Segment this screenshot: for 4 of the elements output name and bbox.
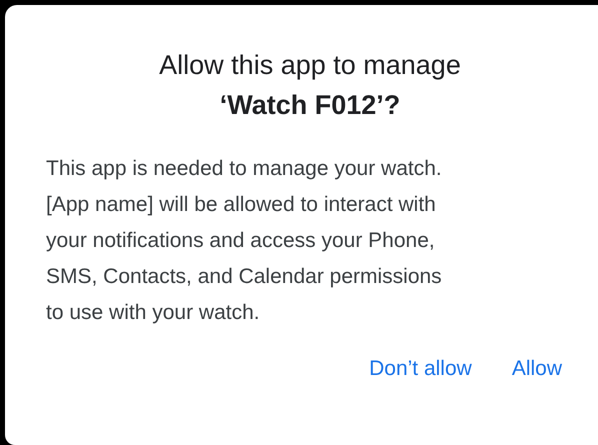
deny-button[interactable]: Don’t allow: [367, 353, 474, 385]
allow-button[interactable]: Allow: [510, 353, 564, 385]
dialog-title: Allow this app to manage ‘Watch F012’?: [158, 49, 462, 122]
dialog-message: This app is needed to manage your watch. [App name] will be allowed to interact with your notifications and access your Phone, SMS, Contacts, and Calendar permissions to use with your watch.: [46, 156, 443, 326]
